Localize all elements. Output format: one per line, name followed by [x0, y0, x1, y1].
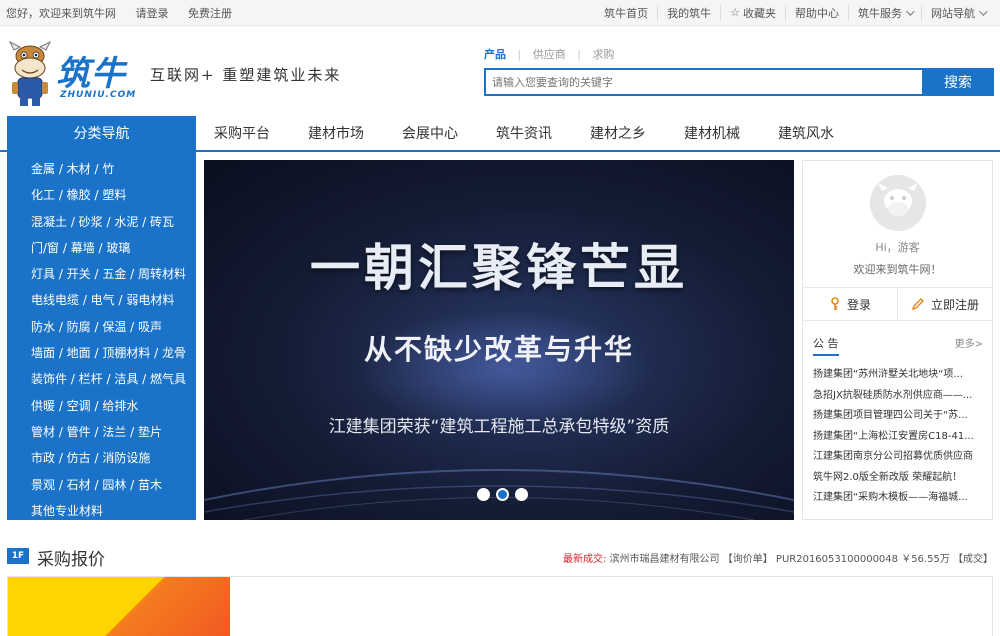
- nav-item-fengshui[interactable]: 建筑风水: [778, 123, 834, 143]
- top-bar-left: 您好，欢迎来到筑牛网 请登录 免费注册: [6, 5, 248, 21]
- chevron-down-icon: [906, 6, 915, 16]
- banner-headline: 一朝汇聚锋芒显: [310, 239, 688, 297]
- brand-name: 筑牛: [56, 54, 126, 94]
- search-box: 搜索: [484, 68, 994, 96]
- category-item[interactable]: 市政 / 仿古 / 消防设施: [7, 445, 196, 471]
- notice-more-link[interactable]: 更多>: [955, 335, 983, 356]
- carousel-dot[interactable]: [515, 488, 528, 501]
- category-item[interactable]: 管材 / 管件 / 法兰 / 垫片: [7, 419, 196, 445]
- slogan: 互联网+ 重塑建筑业未来: [150, 66, 342, 84]
- banner-light-streaks: [204, 469, 794, 520]
- notice-item[interactable]: 扬建集团“苏州浒墅关北地块“项...: [813, 365, 985, 386]
- tab-divider: |: [577, 48, 581, 61]
- nav-items: 采购平台 建材市场 会展中心 筑牛资讯 建材之乡 建材机械 建筑风水: [214, 116, 872, 150]
- site-logo[interactable]: 筑牛 ZHUNIU.COM: [8, 38, 138, 108]
- carousel-dots: [477, 488, 528, 501]
- star-icon: ☆: [730, 6, 740, 19]
- category-item[interactable]: 金属 / 木材 / 竹: [7, 156, 196, 182]
- search-tabs: 产品 | 供应商 | 求购: [484, 46, 994, 62]
- chevron-down-icon: [979, 6, 988, 16]
- notice-title: 公 告: [813, 335, 839, 356]
- banner-subheadline: 从不缺少改革与升华: [363, 333, 634, 366]
- key-icon: [831, 297, 839, 310]
- top-bar: 您好，欢迎来到筑牛网 请登录 免费注册 筑牛首页 我的筑牛 ☆ 收藏夹 帮助中心 …: [0, 0, 1000, 26]
- category-item[interactable]: 混凝土 / 砂浆 / 水泥 / 砖瓦: [7, 209, 196, 235]
- category-item[interactable]: 化工 / 橡胶 / 塑料: [7, 182, 196, 208]
- banner-caption: 江建集团荣获“建筑工程施工总承包特级”资质: [328, 417, 670, 437]
- notice-list: 扬建集团“苏州浒墅关北地块“项... 急招JX抗裂硅质防水剂供应商——... 扬…: [813, 365, 985, 509]
- nav-item-hometown[interactable]: 建材之乡: [590, 123, 646, 143]
- welcome-text: 欢迎来到筑牛网！: [853, 263, 942, 276]
- help-center-link[interactable]: 帮助中心: [785, 4, 848, 21]
- search-tab-products[interactable]: 产品: [484, 48, 506, 61]
- floor-body: [7, 576, 993, 636]
- pencil-icon: [911, 298, 924, 311]
- category-item[interactable]: 墙面 / 地面 / 顶棚材料 / 龙骨: [7, 340, 196, 366]
- category-item[interactable]: 灯具 / 开关 / 五金 / 周转材料: [7, 261, 196, 287]
- favorites-link[interactable]: ☆ 收藏夹: [720, 4, 785, 21]
- notice-item[interactable]: 江建集团南京分公司招募优质供应商: [813, 447, 985, 468]
- category-item[interactable]: 其他专业材料: [7, 498, 196, 524]
- notice-item[interactable]: 扬建集团项目管理四公司关于“苏...: [813, 406, 985, 427]
- floor-title: 采购报价: [37, 550, 105, 570]
- promo-image[interactable]: [8, 577, 230, 636]
- notice-item[interactable]: 扬建集团“上海松江安置房C18-41...: [813, 427, 985, 448]
- notice-header: 公 告 更多>: [813, 335, 983, 356]
- top-bar-right: 筑牛首页 我的筑牛 ☆ 收藏夹 帮助中心 筑牛服务 网站导航: [595, 4, 994, 21]
- tab-divider: |: [517, 48, 522, 61]
- nav-item-exhibition[interactable]: 会展中心: [402, 123, 458, 143]
- notice-item[interactable]: 急招JX抗裂硅质防水剂供应商——...: [813, 386, 985, 407]
- carousel-dot-active[interactable]: [496, 488, 509, 501]
- search-tab-purchases[interactable]: 求购: [592, 48, 614, 61]
- greeting-text: 您好，欢迎来到筑牛网: [6, 6, 116, 20]
- floor-badge: 1F: [7, 548, 29, 564]
- user-panel: Hi，游客 欢迎来到筑牛网！ 登录 立即注册 公 告 更多> 扬建集团“苏州浒墅…: [802, 160, 993, 520]
- notice-item[interactable]: 筑牛网2.0版全新改版 荣耀起航！: [813, 468, 985, 489]
- header: 筑牛 ZHUNIU.COM 互联网+ 重塑建筑业未来 产品 | 供应商 | 求购…: [0, 26, 1000, 114]
- site-nav-dropdown[interactable]: 网站导航: [921, 4, 994, 21]
- category-item[interactable]: 门/窗 / 幕墙 / 玻璃: [7, 235, 196, 261]
- category-item[interactable]: 景观 / 石材 / 园林 / 苗木: [7, 472, 196, 498]
- category-sidebar: 金属 / 木材 / 竹 化工 / 橡胶 / 塑料 混凝土 / 砂浆 / 水泥 /…: [7, 152, 196, 520]
- nav-item-machinery[interactable]: 建材机械: [684, 123, 740, 143]
- search-tab-suppliers[interactable]: 供应商: [533, 48, 566, 61]
- auth-buttons: 登录 立即注册: [803, 287, 992, 321]
- category-item[interactable]: 装饰件 / 栏杆 / 洁具 / 燃气具: [7, 366, 196, 392]
- latest-deal[interactable]: 最新成交: 滨州市瑞昌建材有限公司 【询价单】 PUR2016053100000…: [563, 550, 993, 565]
- nav-item-materials-market[interactable]: 建材市场: [308, 123, 364, 143]
- category-item[interactable]: 防水 / 防腐 / 保温 / 吸声: [7, 314, 196, 340]
- nav-item-news[interactable]: 筑牛资讯: [496, 123, 552, 143]
- brand-domain: ZHUNIU.COM: [60, 90, 137, 100]
- category-item[interactable]: 供暖 / 空调 / 给排水: [7, 393, 196, 419]
- avatar: [870, 175, 926, 231]
- nav-item-procurement[interactable]: 采购平台: [214, 123, 270, 143]
- main-nav: 分类导航 采购平台 建材市场 会展中心 筑牛资讯 建材之乡 建材机械 建筑风水: [0, 116, 1000, 152]
- latest-deal-label: 最新成交:: [563, 554, 607, 565]
- search-input[interactable]: [484, 68, 922, 96]
- my-zhuniu-link[interactable]: 我的筑牛: [657, 4, 720, 21]
- latest-deal-text: 滨州市瑞昌建材有限公司 【询价单】 PUR2016053100000048 ￥5…: [609, 554, 993, 565]
- hero-banner[interactable]: 一朝汇聚锋芒显 从不缺少改革与升华 江建集团荣获“建筑工程施工总承包特级”资质: [204, 160, 794, 520]
- register-link[interactable]: 免费注册: [188, 7, 232, 20]
- carousel-dot[interactable]: [477, 488, 490, 501]
- category-item[interactable]: 电线电缆 / 电气 / 弱电材料: [7, 287, 196, 313]
- bull-mascot-icon: [8, 40, 52, 106]
- home-link[interactable]: 筑牛首页: [595, 5, 657, 21]
- floor-header: 1F 采购报价 最新成交: 滨州市瑞昌建材有限公司 【询价单】 PUR20160…: [7, 544, 993, 570]
- category-nav-label[interactable]: 分类导航: [7, 116, 196, 152]
- search-button[interactable]: 搜索: [922, 68, 994, 96]
- search-area: 产品 | 供应商 | 求购 搜索: [484, 46, 994, 96]
- services-dropdown[interactable]: 筑牛服务: [848, 4, 921, 21]
- guest-greeting: Hi，游客: [875, 241, 920, 254]
- login-button[interactable]: 登录: [803, 288, 897, 320]
- bull-avatar-icon: [870, 175, 926, 231]
- login-link[interactable]: 请登录: [136, 7, 169, 20]
- register-button[interactable]: 立即注册: [897, 288, 992, 320]
- notice-item[interactable]: 江建集团“采购木模板——海福城...: [813, 488, 985, 509]
